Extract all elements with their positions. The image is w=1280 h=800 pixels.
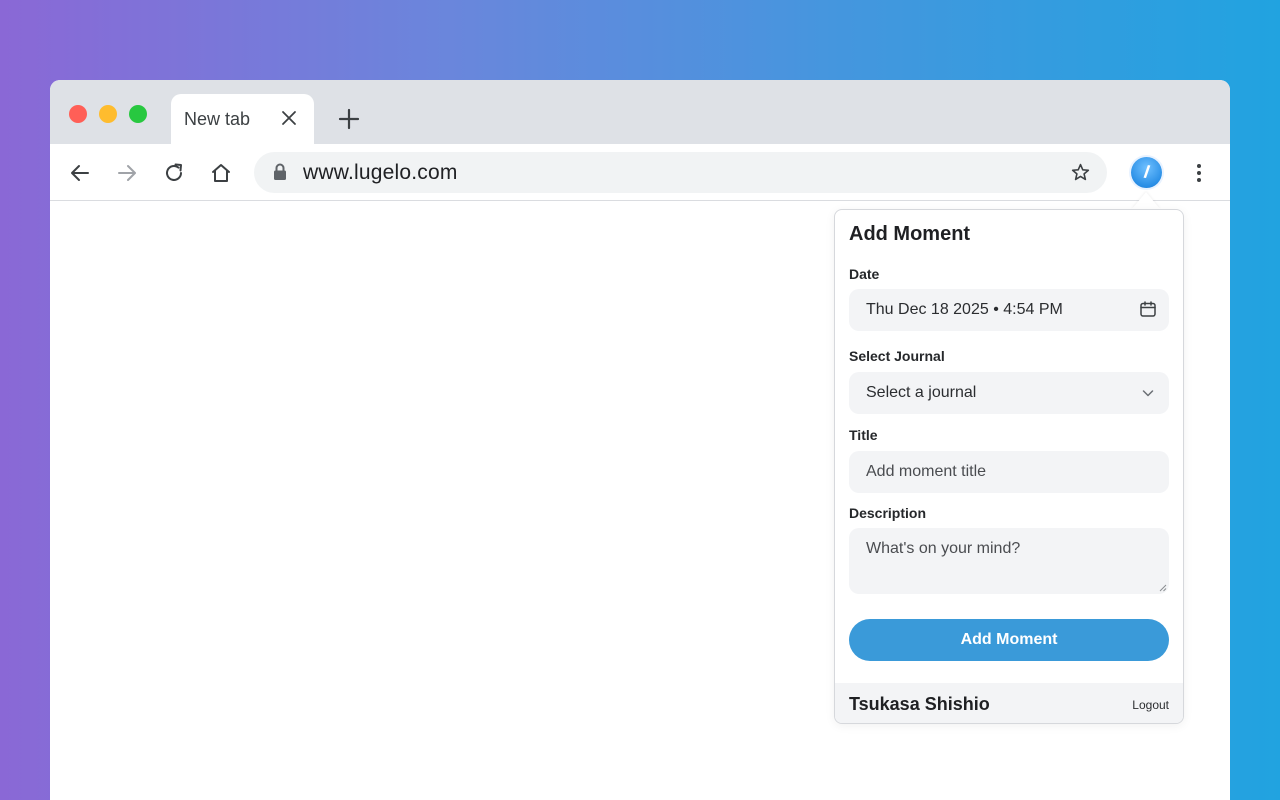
journal-label: Select Journal	[849, 348, 945, 364]
add-moment-popup: Add Moment Date Thu Dec 18 2025 • 4:54 P…	[834, 209, 1184, 724]
title-input[interactable]: Add moment title	[849, 451, 1169, 493]
extension-logo: l	[1142, 161, 1151, 183]
journal-value: Select a journal	[866, 384, 977, 401]
kebab-menu-icon[interactable]	[1187, 161, 1211, 185]
lugelo-extension-button[interactable]: l	[1131, 157, 1162, 188]
close-window-button[interactable]	[69, 105, 87, 123]
add-moment-button[interactable]: Add Moment	[849, 619, 1169, 661]
title-placeholder: Add moment title	[866, 463, 987, 480]
reload-icon[interactable]	[162, 161, 186, 185]
date-label: Date	[849, 266, 880, 282]
calendar-icon[interactable]	[1139, 300, 1157, 318]
minimize-window-button[interactable]	[99, 105, 117, 123]
journal-select[interactable]: Select a journal	[849, 372, 1169, 414]
user-name: Tsukasa Shishio	[849, 694, 990, 714]
date-picker-field[interactable]: Thu Dec 18 2025 • 4:54 PM	[849, 289, 1169, 331]
star-icon[interactable]	[1070, 162, 1091, 183]
back-icon[interactable]	[68, 161, 92, 185]
browser-toolbar: www.lugelo.com l	[50, 144, 1230, 201]
popup-title: Add Moment	[849, 223, 971, 245]
tab-strip: New tab	[50, 80, 1230, 144]
browser-window: New tab www.lugelo.com l Add Moment Date…	[50, 80, 1230, 800]
popup-footer: Tsukasa Shishio Logout	[835, 683, 1183, 723]
tab-title: New tab	[184, 108, 251, 129]
description-label: Description	[849, 505, 927, 521]
maximize-window-button[interactable]	[129, 105, 147, 123]
tab-new-tab[interactable]: New tab	[171, 94, 314, 144]
plus-icon[interactable]	[338, 108, 360, 130]
title-label: Title	[849, 427, 878, 443]
chevron-down-icon	[1142, 390, 1154, 397]
date-value: Thu Dec 18 2025 • 4:54 PM	[866, 301, 1063, 318]
popup-caret	[1132, 192, 1160, 209]
address-bar[interactable]: www.lugelo.com	[254, 152, 1107, 193]
close-icon[interactable]	[280, 109, 298, 127]
forward-icon[interactable]	[115, 161, 139, 185]
home-icon[interactable]	[209, 161, 233, 185]
description-textarea[interactable]: What's on your mind?	[849, 528, 1169, 594]
window-controls	[69, 105, 147, 123]
logout-link[interactable]: Logout	[1132, 698, 1169, 712]
description-placeholder: What's on your mind?	[866, 540, 1021, 557]
lock-icon[interactable]	[272, 163, 288, 181]
resize-handle-icon[interactable]	[1158, 583, 1167, 592]
url-text: www.lugelo.com	[303, 161, 458, 184]
